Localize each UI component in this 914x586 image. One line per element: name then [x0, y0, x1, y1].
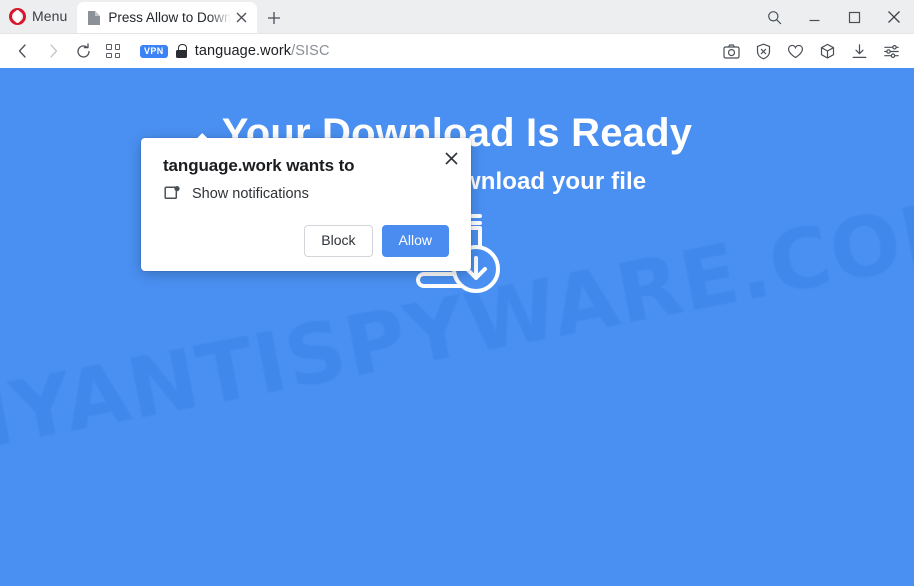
dialog-pointer	[196, 131, 210, 138]
tab-strip: Menu Press Allow to Downl	[0, 0, 914, 34]
dialog-actions: Block Allow	[163, 225, 449, 257]
dialog-title: tanguage.work wants to	[163, 156, 355, 175]
address-bar: VPN tanguage.work/SISC	[0, 34, 914, 68]
favorites-icon[interactable]	[780, 37, 810, 65]
opera-menu-label: Menu	[32, 8, 68, 24]
notification-icon	[163, 185, 181, 203]
url-path: /SISC	[291, 43, 330, 59]
lock-icon[interactable]	[175, 44, 187, 58]
toolbar-icons	[716, 37, 906, 65]
minimize-icon[interactable]	[794, 0, 834, 34]
opera-menu-button[interactable]: Menu	[0, 0, 77, 33]
tab-close-icon[interactable]	[231, 8, 251, 28]
url-text: tanguage.work/SISC	[195, 43, 330, 59]
ad-blocker-icon[interactable]	[748, 37, 778, 65]
grid-icon	[106, 44, 120, 58]
search-icon[interactable]	[754, 0, 794, 34]
vpn-badge[interactable]: VPN	[140, 44, 168, 58]
new-tab-button[interactable]	[257, 2, 291, 33]
notification-permission-dialog: tanguage.work wants to Show notification…	[141, 138, 471, 271]
permission-label: Show notifications	[192, 186, 309, 202]
snapshot-icon[interactable]	[716, 37, 746, 65]
allow-button[interactable]: Allow	[381, 225, 449, 257]
block-button[interactable]: Block	[304, 225, 373, 257]
window-controls	[754, 0, 914, 34]
downloads-icon[interactable]	[844, 37, 874, 65]
extensions-icon[interactable]	[812, 37, 842, 65]
url-domain: tanguage.work	[194, 43, 292, 59]
opera-logo-icon	[9, 7, 26, 25]
close-window-icon[interactable]	[874, 0, 914, 34]
speed-dial-button[interactable]	[98, 37, 128, 65]
back-button[interactable]	[8, 37, 38, 65]
browser-tab[interactable]: Press Allow to Downl	[77, 2, 258, 33]
tab-title: Press Allow to Downl	[108, 10, 232, 25]
maximize-icon[interactable]	[834, 0, 874, 34]
browser-window: Menu Press Allow to Downl VPN tanguage.w…	[0, 0, 914, 586]
page-content: MYANTISPYWARE.COM Your Download Is Ready…	[0, 68, 914, 586]
url-field[interactable]: VPN tanguage.work/SISC	[140, 37, 716, 65]
reload-button[interactable]	[68, 37, 98, 65]
dialog-close-icon[interactable]	[440, 147, 462, 169]
easy-setup-icon[interactable]	[876, 37, 906, 65]
permission-row: Show notifications	[163, 185, 449, 203]
page-favicon	[87, 10, 101, 26]
forward-button[interactable]	[38, 37, 68, 65]
